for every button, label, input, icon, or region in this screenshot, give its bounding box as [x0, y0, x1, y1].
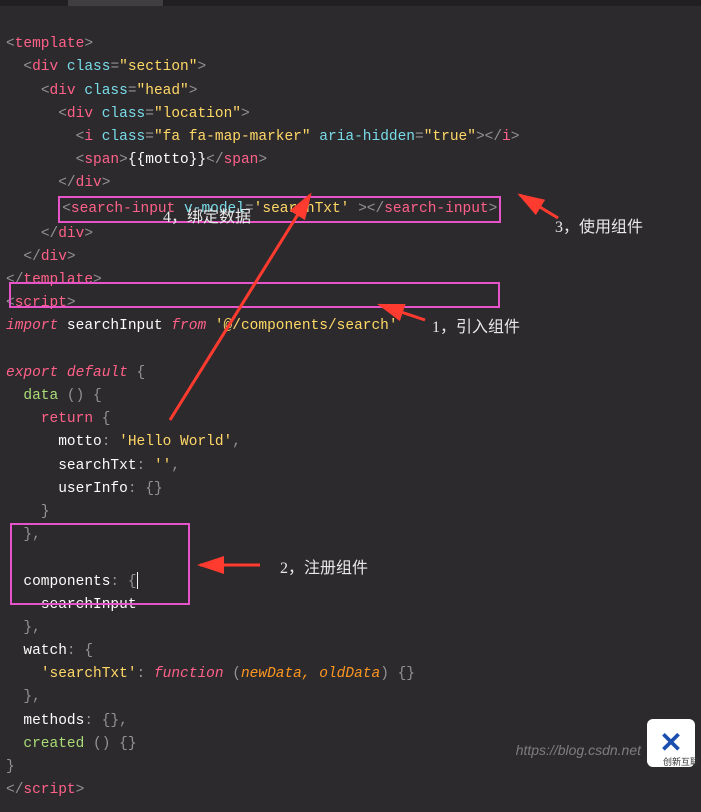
close-script: script	[23, 782, 75, 798]
kw-from: from	[171, 318, 206, 334]
brace: {	[93, 388, 102, 404]
annotation-4: 4，绑定数据	[163, 205, 251, 231]
kw-function: function	[154, 666, 224, 682]
tag-div: div	[50, 83, 76, 99]
mustache-motto: {{motto}}	[128, 152, 206, 168]
body: {}	[398, 666, 415, 682]
brace: },	[23, 689, 40, 705]
str-path: '@/components/search'	[215, 318, 398, 334]
watermark-text: https://blog.csdn.net	[516, 739, 641, 761]
brace: {	[137, 365, 146, 381]
code-editor[interactable]: <template> <div class="section"> <div cl…	[0, 0, 701, 812]
brace: },	[23, 620, 40, 636]
tag-script: script	[15, 295, 67, 311]
brace: }	[6, 759, 15, 775]
val-searchtxt: 'searchTxt'	[254, 201, 350, 217]
tag-template: template	[15, 36, 85, 52]
key-searchtxt-watch: 'searchTxt'	[41, 666, 137, 682]
annotation-2: 2，注册组件	[280, 556, 368, 582]
kw-export: export default	[6, 365, 128, 381]
close-div: div	[58, 226, 84, 242]
key-userinfo: userInfo	[58, 481, 128, 497]
tag-div: div	[32, 59, 58, 75]
key-methods: methods	[23, 713, 84, 729]
close-span: span	[224, 152, 259, 168]
fn-created: created	[23, 736, 84, 752]
val-true: "true"	[424, 129, 476, 145]
val-head: "head"	[137, 83, 189, 99]
val-section: "section"	[119, 59, 197, 75]
close-div: div	[41, 249, 67, 265]
brace: {	[128, 574, 137, 590]
close-div: div	[76, 175, 102, 191]
highlight-box-search-input: <search-input v-model='searchTxt' ></sea…	[58, 196, 501, 223]
brace: }	[41, 504, 50, 520]
annotation-1: 1，引入组件	[432, 315, 520, 341]
attr-class: class	[102, 106, 146, 122]
attr-aria: aria-hidden	[319, 129, 415, 145]
text-cursor	[137, 572, 138, 589]
key-components: components	[23, 574, 110, 590]
brace: },	[23, 527, 40, 543]
key-searchtxt: searchTxt	[58, 458, 136, 474]
comma: ,	[232, 434, 241, 450]
brace: {	[102, 411, 111, 427]
tag-i: i	[84, 129, 93, 145]
tag-span: span	[84, 152, 119, 168]
key-motto: motto	[58, 434, 102, 450]
logo-text: 创新互联	[663, 755, 699, 769]
paren: ()	[67, 388, 84, 404]
id-searchinput: searchInput	[67, 318, 163, 334]
val-location: "location"	[154, 106, 241, 122]
brace: {	[84, 643, 93, 659]
tag-div: div	[67, 106, 93, 122]
body: {}	[119, 736, 136, 752]
val: {},	[102, 713, 128, 729]
val-empty: ''	[154, 458, 171, 474]
id-searchinput: searchInput	[41, 597, 137, 613]
editor-tab-bar	[0, 0, 701, 6]
kw-import: import	[6, 318, 58, 334]
close-search-input: search-input	[384, 201, 488, 217]
paren: ()	[93, 736, 110, 752]
val-obj: {}	[145, 481, 162, 497]
attr-class: class	[102, 129, 146, 145]
params: newData, oldData	[241, 666, 380, 682]
key-watch: watch	[23, 643, 67, 659]
attr-class: class	[84, 83, 128, 99]
comma: ,	[171, 458, 180, 474]
val-fa: "fa fa-map-marker"	[154, 129, 311, 145]
close-i: i	[502, 129, 511, 145]
close-template: template	[23, 272, 93, 288]
annotation-3: 3，使用组件	[555, 215, 643, 241]
attr-class: class	[67, 59, 111, 75]
fn-data: data	[23, 388, 58, 404]
val-hello: 'Hello World'	[119, 434, 232, 450]
kw-return: return	[41, 411, 93, 427]
tag-search-input: search-input	[71, 201, 175, 217]
